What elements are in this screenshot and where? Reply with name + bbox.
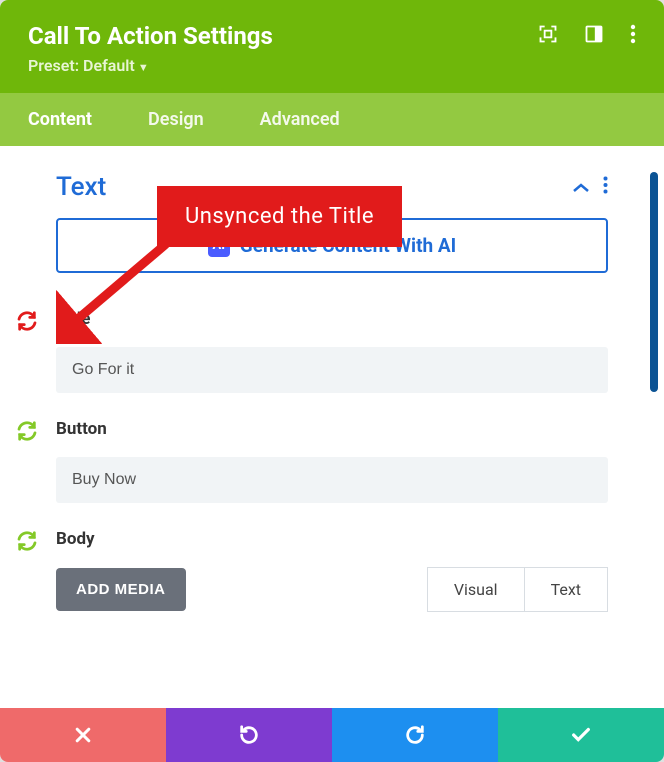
redo-button[interactable]	[332, 708, 498, 762]
field-button-block: Button	[56, 419, 608, 503]
editor-tab-text[interactable]: Text	[524, 567, 608, 612]
kebab-menu-icon[interactable]	[630, 24, 636, 48]
sync-icon-unsynced[interactable]	[16, 310, 38, 332]
title-input[interactable]	[56, 347, 608, 393]
annotation-arrow-icon	[56, 234, 176, 344]
add-media-button[interactable]: ADD MEDIA	[56, 568, 186, 611]
preset-label: Preset: Default	[28, 56, 135, 75]
panel-icon[interactable]	[584, 24, 604, 48]
tab-bar: Content Design Advanced	[0, 93, 664, 146]
section-actions	[573, 175, 608, 199]
editor-tab-visual[interactable]: Visual	[427, 567, 524, 612]
sync-icon-synced[interactable]	[16, 420, 38, 442]
header-actions	[538, 24, 636, 48]
body-label: Body	[56, 529, 608, 549]
button-input[interactable]	[56, 457, 608, 503]
annotation-callout: Unsynced the Title	[157, 186, 402, 247]
tab-advanced[interactable]: Advanced	[260, 93, 340, 146]
settings-modal: Call To Action Settings Preset: Default▼…	[0, 0, 664, 762]
caret-down-icon: ▼	[138, 61, 149, 74]
tab-content[interactable]: Content	[28, 93, 92, 146]
collapse-icon[interactable]	[573, 177, 589, 198]
confirm-button[interactable]	[498, 708, 664, 762]
sync-icon-synced-body[interactable]	[16, 530, 38, 552]
body-controls: ADD MEDIA Visual Text	[56, 567, 608, 612]
cancel-button[interactable]	[0, 708, 166, 762]
undo-button[interactable]	[166, 708, 332, 762]
scrollbar-thumb[interactable]	[650, 172, 658, 392]
section-menu-icon[interactable]	[603, 175, 608, 199]
header-top-row: Call To Action Settings	[28, 22, 636, 50]
expand-icon[interactable]	[538, 24, 558, 48]
button-label: Button	[56, 419, 608, 439]
preset-selector[interactable]: Preset: Default▼	[28, 56, 636, 75]
modal-title: Call To Action Settings	[28, 22, 538, 50]
footer-actions	[0, 708, 664, 762]
field-body-block: Body ADD MEDIA Visual Text	[56, 529, 608, 612]
tab-design[interactable]: Design	[148, 93, 204, 146]
editor-tab-group: Visual Text	[427, 567, 608, 612]
modal-header: Call To Action Settings Preset: Default▼	[0, 0, 664, 93]
